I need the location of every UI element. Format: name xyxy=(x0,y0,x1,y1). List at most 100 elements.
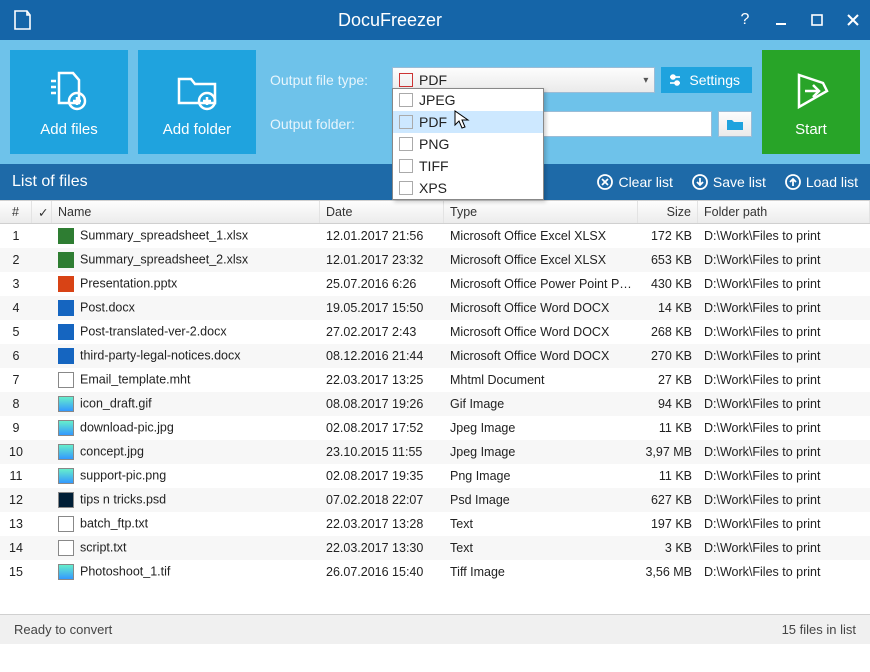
cell-date: 12.01.2017 23:32 xyxy=(320,253,444,267)
dropdown-option-tiff[interactable]: TIFF xyxy=(393,155,543,177)
file-row[interactable]: 5Post-translated-ver-2.docx27.02.2017 2:… xyxy=(0,320,870,344)
file-icon xyxy=(58,468,74,484)
cell-date: 25.07.2016 6:26 xyxy=(320,277,444,291)
cell-date: 22.03.2017 13:30 xyxy=(320,541,444,555)
file-row[interactable]: 7Email_template.mht22.03.2017 13:25Mhtml… xyxy=(0,368,870,392)
col-check[interactable]: ✓ xyxy=(32,201,52,223)
cell-num: 2 xyxy=(0,253,32,267)
cell-name: batch_ftp.txt xyxy=(52,516,320,532)
cell-size: 653 KB xyxy=(638,253,698,267)
cell-date: 08.08.2017 19:26 xyxy=(320,397,444,411)
cell-type: Microsoft Office Excel XLSX xyxy=(444,253,638,267)
cell-size: 11 KB xyxy=(638,469,698,483)
add-files-icon xyxy=(45,67,93,115)
cell-date: 27.02.2017 2:43 xyxy=(320,325,444,339)
cell-size: 197 KB xyxy=(638,517,698,531)
cell-path: D:\Work\Files to print xyxy=(698,421,870,435)
clear-list-label: Clear list xyxy=(618,174,672,190)
col-date[interactable]: Date xyxy=(320,201,444,223)
status-left: Ready to convert xyxy=(14,622,112,637)
start-button[interactable]: Start xyxy=(762,50,860,154)
output-type-value: PDF xyxy=(419,72,447,88)
cell-num: 6 xyxy=(0,349,32,363)
file-row[interactable]: 13batch_ftp.txt22.03.2017 13:28Text197 K… xyxy=(0,512,870,536)
close-button[interactable] xyxy=(844,11,862,29)
cell-path: D:\Work\Files to print xyxy=(698,493,870,507)
file-row[interactable]: 10 concept.jpg23.10.2015 11:55Jpeg Image3… xyxy=(0,440,870,464)
file-icon xyxy=(58,300,74,316)
load-list-button[interactable]: Load list xyxy=(784,173,858,191)
cell-name: tips n tricks.psd xyxy=(52,492,320,508)
help-button[interactable]: ? xyxy=(736,11,754,29)
cell-date: 23.10.2015 11:55 xyxy=(320,445,444,459)
sliders-icon xyxy=(667,72,683,88)
png-icon xyxy=(399,137,413,151)
col-path[interactable]: Folder path xyxy=(698,201,870,223)
cell-name: concept.jpg xyxy=(52,444,320,460)
file-row[interactable]: 8icon_draft.gif08.08.2017 19:26Gif Image… xyxy=(0,392,870,416)
file-icon xyxy=(58,324,74,340)
clear-list-button[interactable]: Clear list xyxy=(596,173,672,191)
cell-date: 12.01.2017 21:56 xyxy=(320,229,444,243)
cell-name: third-party-legal-notices.docx xyxy=(52,348,320,364)
file-row[interactable]: 12tips n tricks.psd07.02.2018 22:07Psd I… xyxy=(0,488,870,512)
load-icon xyxy=(784,173,802,191)
cell-path: D:\Work\Files to print xyxy=(698,469,870,483)
save-list-button[interactable]: Save list xyxy=(691,173,766,191)
cell-date: 08.12.2016 21:44 xyxy=(320,349,444,363)
settings-button[interactable]: Settings xyxy=(661,67,752,93)
cell-size: 94 KB xyxy=(638,397,698,411)
minimize-button[interactable] xyxy=(772,11,790,29)
cell-type: Microsoft Office Word DOCX xyxy=(444,325,638,339)
output-type-label: Output file type: xyxy=(270,72,386,88)
maximize-button[interactable] xyxy=(808,11,826,29)
cell-name: support-pic.png xyxy=(52,468,320,484)
file-row[interactable]: 11support-pic.png02.08.2017 19:35Png Ima… xyxy=(0,464,870,488)
settings-label: Settings xyxy=(689,72,740,88)
dropdown-option-pdf[interactable]: PDF xyxy=(393,111,543,133)
cell-type: Jpeg Image xyxy=(444,421,638,435)
cell-size: 3,97 MB xyxy=(638,445,698,459)
add-folder-button[interactable]: Add folder xyxy=(138,50,256,154)
cell-path: D:\Work\Files to print xyxy=(698,277,870,291)
file-row[interactable]: 9download-pic.jpg02.08.2017 17:52Jpeg Im… xyxy=(0,416,870,440)
cell-num: 10 xyxy=(0,445,32,459)
col-size[interactable]: Size xyxy=(638,201,698,223)
folder-open-icon xyxy=(726,117,744,131)
dropdown-option-jpeg[interactable]: JPEG xyxy=(393,89,543,111)
cell-size: 172 KB xyxy=(638,229,698,243)
cell-size: 3 KB xyxy=(638,541,698,555)
start-icon xyxy=(787,67,835,115)
cell-type: Jpeg Image xyxy=(444,445,638,459)
grid-body[interactable]: 1Summary_spreadsheet_1.xlsx12.01.2017 21… xyxy=(0,224,870,614)
cell-path: D:\Work\Files to print xyxy=(698,229,870,243)
cell-path: D:\Work\Files to print xyxy=(698,253,870,267)
status-right: 15 files in list xyxy=(782,622,856,637)
cell-name: icon_draft.gif xyxy=(52,396,320,412)
add-folder-icon xyxy=(173,67,221,115)
col-num[interactable]: # xyxy=(0,201,32,223)
cell-name: script.txt xyxy=(52,540,320,556)
file-icon xyxy=(58,564,74,580)
file-icon xyxy=(58,348,74,364)
file-icon xyxy=(58,372,74,388)
file-row[interactable]: 15Photoshoot_1.tif26.07.2016 15:40Tiff I… xyxy=(0,560,870,584)
cell-num: 15 xyxy=(0,565,32,579)
file-icon xyxy=(58,444,74,460)
add-files-button[interactable]: Add files xyxy=(10,50,128,154)
browse-folder-button[interactable] xyxy=(718,111,752,137)
file-row[interactable]: 2Summary_spreadsheet_2.xlsx12.01.2017 23… xyxy=(0,248,870,272)
file-row[interactable]: 3Presentation.pptx25.07.2016 6:26Microso… xyxy=(0,272,870,296)
file-row[interactable]: 4Post.docx19.05.2017 15:50Microsoft Offi… xyxy=(0,296,870,320)
file-row[interactable]: 6 third-party-legal-notices.docx08.12.201… xyxy=(0,344,870,368)
cell-size: 270 KB xyxy=(638,349,698,363)
dropdown-option-xps[interactable]: XPS xyxy=(393,177,543,199)
col-name[interactable]: Name xyxy=(52,201,320,223)
cell-type: Text xyxy=(444,517,638,531)
file-row[interactable]: 14script.txt22.03.2017 13:30Text3 KBD:\W… xyxy=(0,536,870,560)
cell-path: D:\Work\Files to print xyxy=(698,301,870,315)
file-row[interactable]: 1Summary_spreadsheet_1.xlsx12.01.2017 21… xyxy=(0,224,870,248)
col-type[interactable]: Type xyxy=(444,201,638,223)
dropdown-option-png[interactable]: PNG xyxy=(393,133,543,155)
cell-date: 19.05.2017 15:50 xyxy=(320,301,444,315)
